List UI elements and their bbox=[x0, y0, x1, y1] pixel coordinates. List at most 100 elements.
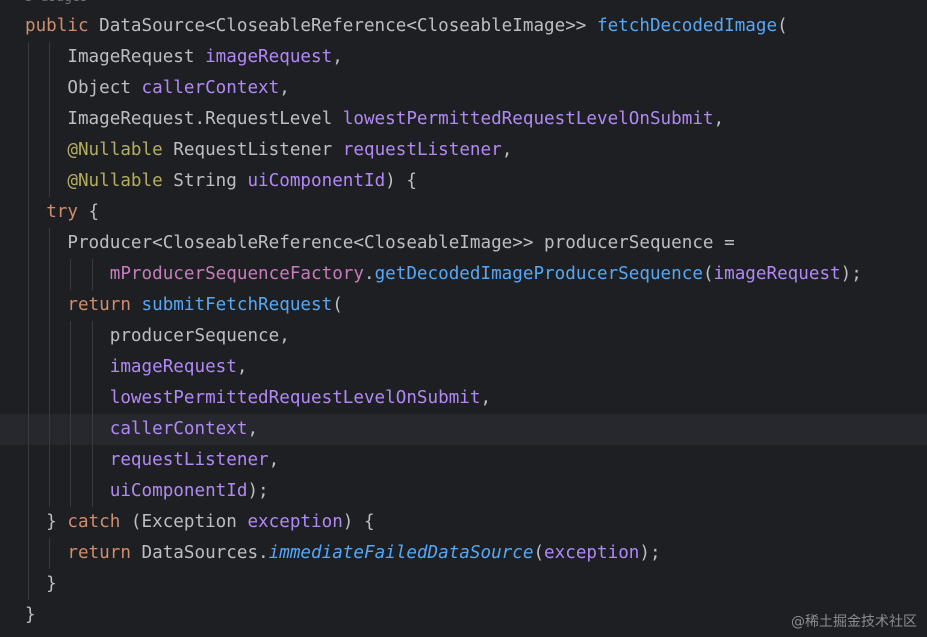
code-token: lowestPermittedRequestLevelOnSubmit bbox=[342, 109, 714, 129]
code-token: submitFetchRequest bbox=[141, 295, 333, 315]
code-token: ); bbox=[247, 481, 269, 501]
code-token: . bbox=[363, 264, 375, 284]
code-token: , bbox=[236, 357, 248, 377]
code-line[interactable]: } bbox=[0, 569, 927, 600]
code-token: ( bbox=[702, 264, 714, 284]
code-text: public DataSource<CloseableReference<Clo… bbox=[25, 11, 788, 42]
code-line[interactable]: return DataSources.immediateFailedDataSo… bbox=[0, 538, 927, 569]
code-text: callerContext, bbox=[25, 414, 258, 445]
code-line[interactable]: requestListener, bbox=[0, 445, 927, 476]
code-token: } bbox=[25, 512, 68, 532]
code-token: DataSources. bbox=[130, 543, 269, 563]
code-token: callerContext bbox=[141, 78, 280, 98]
code-line[interactable]: uiComponentId); bbox=[0, 476, 927, 507]
code-token: @Nullable bbox=[67, 171, 163, 191]
code-text: imageRequest, bbox=[25, 352, 248, 383]
code-line[interactable]: @Nullable String uiComponentId) { bbox=[0, 166, 927, 197]
code-token: catch bbox=[67, 512, 121, 532]
code-line[interactable]: return submitFetchRequest( bbox=[0, 290, 927, 321]
code-text: return submitFetchRequest( bbox=[25, 290, 342, 321]
code-token: imageRequest bbox=[713, 264, 841, 284]
code-editor[interactable]: 3 usages public DataSource<CloseableRefe… bbox=[0, 0, 927, 637]
code-token: uiComponentId bbox=[109, 481, 248, 501]
code-token: exception bbox=[544, 543, 640, 563]
code-token: Object bbox=[25, 78, 142, 98]
code-text: return DataSources.immediateFailedDataSo… bbox=[25, 538, 661, 569]
code-line[interactable]: lowestPermittedRequestLevelOnSubmit, bbox=[0, 383, 927, 414]
code-token: mProducerSequenceFactory bbox=[109, 264, 364, 284]
code-token: requestListener bbox=[342, 140, 502, 160]
code-text: uiComponentId); bbox=[25, 476, 269, 507]
code-token: exception bbox=[247, 512, 343, 532]
code-token: try bbox=[46, 202, 78, 222]
code-token: , bbox=[501, 140, 513, 160]
code-text: ImageRequest imageRequest, bbox=[25, 42, 343, 73]
code-token: uiComponentId bbox=[247, 171, 386, 191]
code-line[interactable]: producerSequence, bbox=[0, 321, 927, 352]
code-text: @Nullable RequestListener requestListene… bbox=[25, 135, 512, 166]
code-token: , bbox=[480, 388, 492, 408]
code-token: ); bbox=[840, 264, 862, 284]
code-token: imageRequest bbox=[205, 47, 333, 67]
code-line[interactable]: ImageRequest.RequestLevel lowestPermitte… bbox=[0, 104, 927, 135]
code-line[interactable]: @Nullable RequestListener requestListene… bbox=[0, 135, 927, 166]
code-token: , bbox=[279, 78, 290, 98]
code-line[interactable]: try { bbox=[0, 197, 927, 228]
code-token: { bbox=[77, 202, 100, 222]
code-line[interactable]: } bbox=[0, 600, 927, 631]
code-token: } bbox=[25, 574, 57, 594]
code-line[interactable]: } catch (Exception exception) { bbox=[0, 507, 927, 538]
code-token: getDecodedImageProducerSequence bbox=[374, 264, 703, 284]
watermark: @稀土掘金技术社区 bbox=[791, 614, 917, 630]
code-line[interactable]: public DataSource<CloseableReference<Clo… bbox=[0, 11, 927, 42]
code-text: } bbox=[25, 569, 57, 600]
code-text: @Nullable String uiComponentId) { bbox=[25, 166, 417, 197]
code-token: requestListener bbox=[109, 450, 269, 470]
code-token: ) { bbox=[385, 171, 417, 191]
code-token: (Exception bbox=[120, 512, 248, 532]
code-token: ) { bbox=[342, 512, 375, 532]
code-text: } bbox=[25, 600, 36, 631]
code-text: lowestPermittedRequestLevelOnSubmit, bbox=[25, 383, 491, 414]
code-token: ImageRequest.RequestLevel bbox=[25, 109, 343, 129]
code-token: ImageRequest bbox=[25, 47, 206, 67]
code-token: DataSource<CloseableReference<CloseableI… bbox=[88, 16, 597, 36]
code-token: , bbox=[268, 450, 280, 470]
code-text: requestListener, bbox=[25, 445, 279, 476]
code-token: ( bbox=[777, 16, 788, 36]
code-text: producerSequence, bbox=[25, 321, 290, 352]
code-token: @Nullable bbox=[67, 140, 163, 160]
code-line[interactable]: mProducerSequenceFactory.getDecodedImage… bbox=[0, 259, 927, 290]
code-token: producerSequence, bbox=[25, 326, 290, 346]
code-token: } bbox=[25, 605, 36, 625]
code-line[interactable]: imageRequest, bbox=[0, 352, 927, 383]
code-line[interactable]: callerContext, bbox=[0, 414, 927, 445]
code-line[interactable]: Object callerContext, bbox=[0, 73, 927, 104]
code-token: ); bbox=[639, 543, 661, 563]
code-token: imageRequest bbox=[109, 357, 237, 377]
code-text: Object callerContext, bbox=[25, 73, 290, 104]
code-token: ( bbox=[533, 543, 545, 563]
code-token: immediateFailedDataSource bbox=[268, 543, 534, 563]
code-text: Producer<CloseableReference<CloseableIma… bbox=[25, 228, 735, 259]
code-text: ImageRequest.RequestLevel lowestPermitte… bbox=[25, 104, 724, 135]
usages-hint[interactable]: 3 usages bbox=[25, 0, 88, 8]
code-line[interactable]: Producer<CloseableReference<CloseableIma… bbox=[0, 228, 927, 259]
code-token: , bbox=[332, 47, 343, 67]
code-token: callerContext bbox=[109, 419, 248, 439]
code-token: Producer<CloseableReference<CloseableIma… bbox=[25, 233, 735, 253]
code-token: public bbox=[25, 16, 89, 36]
code-text: } catch (Exception exception) { bbox=[25, 507, 375, 538]
code-line[interactable]: ImageRequest imageRequest, bbox=[0, 42, 927, 73]
